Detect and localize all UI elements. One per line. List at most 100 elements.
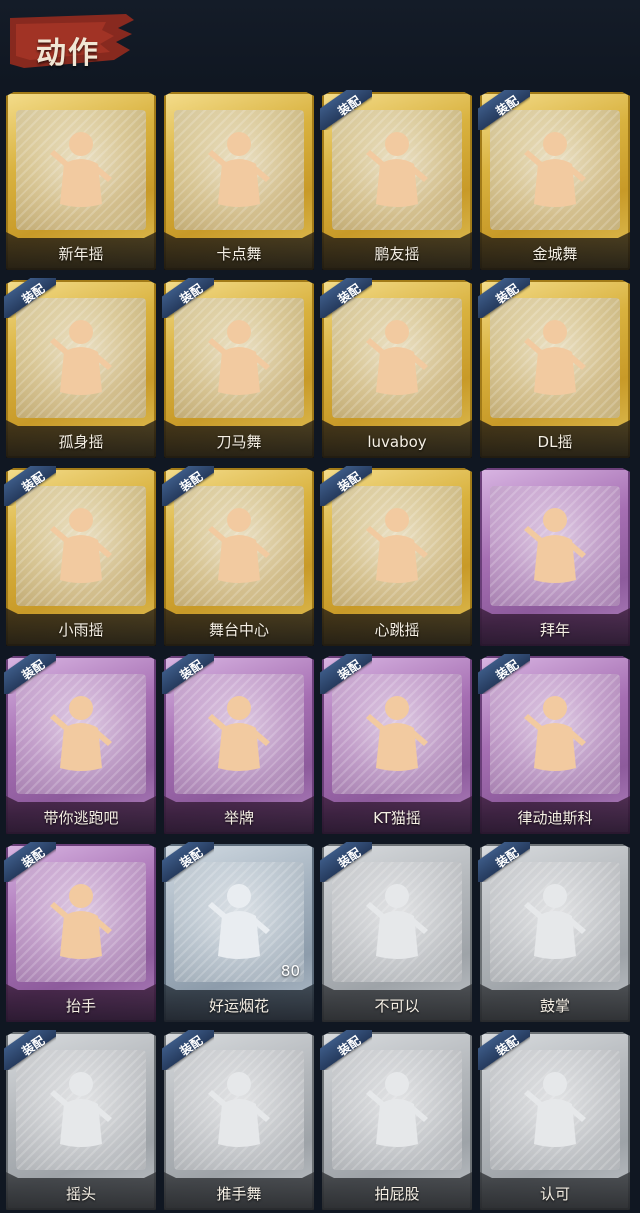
dance-figure-icon <box>520 312 590 402</box>
action-label: 举牌 <box>223 809 254 827</box>
equipped-badge: 装配 <box>320 278 372 318</box>
action-label: 好运烟花 <box>208 997 269 1015</box>
badge-label: 装配 <box>177 845 206 871</box>
dance-figure-icon <box>362 500 432 590</box>
finger-wag-icon <box>362 876 432 966</box>
action-card[interactable]: 律动迪斯科 装配 <box>478 654 630 834</box>
action-label: 舞台中心 <box>208 621 269 639</box>
action-card[interactable]: 不可以 装配 <box>320 842 472 1022</box>
equipped-badge: 装配 <box>4 654 56 694</box>
badge-label: 装配 <box>335 469 364 495</box>
action-label: 孤身摇 <box>58 433 104 451</box>
badge-label: 装配 <box>177 1033 206 1059</box>
dance-figure-icon <box>204 500 274 590</box>
equipped-badge: 装配 <box>320 90 372 130</box>
action-card[interactable]: 卡点舞装配 <box>164 92 314 270</box>
action-label: 不可以 <box>374 997 420 1015</box>
badge-label: 装配 <box>177 469 206 495</box>
action-card[interactable]: DL摇 装配 <box>478 278 630 458</box>
equipped-badge: 装配 <box>162 1030 214 1070</box>
dance-figure-icon <box>362 124 432 214</box>
dance-figure-icon <box>362 688 432 778</box>
greeting-figure-icon <box>520 500 590 590</box>
action-label: 鼓掌 <box>539 997 570 1015</box>
action-card[interactable]: 鼓掌 装配 <box>478 842 630 1022</box>
badge-label: 装配 <box>335 1033 364 1059</box>
clap-icon <box>520 876 590 966</box>
action-card[interactable]: 认可 装配 <box>478 1030 630 1210</box>
action-label: 卡点舞 <box>216 245 262 263</box>
badge-label: 装配 <box>335 281 364 307</box>
action-card[interactable]: 拍屁股 装配 <box>320 1030 472 1210</box>
equipped-badge: 装配 <box>478 842 530 882</box>
equipped-badge: 装配 <box>4 278 56 318</box>
action-label: 刀马舞 <box>216 433 262 451</box>
action-label: 小雨摇 <box>58 621 104 639</box>
action-card[interactable]: 拜年装配 <box>480 468 630 646</box>
action-label: 推手舞 <box>216 1185 262 1203</box>
badge-label: 装配 <box>19 657 48 683</box>
action-card[interactable]: 小雨摇 装配 <box>4 466 156 646</box>
action-card[interactable]: 孤身摇 装配 <box>4 278 156 458</box>
action-label: 金城舞 <box>532 245 578 263</box>
action-card[interactable]: 刀马舞 装配 <box>162 278 314 458</box>
action-card[interactable]: 摇头 装配 <box>4 1030 156 1210</box>
thumbs-up-icon <box>520 1064 590 1154</box>
action-card[interactable]: 新年摇装配 <box>6 92 156 270</box>
shake-head-icon <box>46 1064 116 1154</box>
badge-label: 装配 <box>335 845 364 871</box>
action-label: 律动迪斯科 <box>517 809 593 827</box>
action-label: 摇头 <box>65 1185 96 1203</box>
action-label: 新年摇 <box>58 245 104 263</box>
badge-label: 装配 <box>19 845 48 871</box>
equipped-badge: 装配 <box>320 842 372 882</box>
action-label: 抬手 <box>65 997 96 1015</box>
action-label: DL摇 <box>537 433 573 451</box>
badge-label: 装配 <box>493 93 522 119</box>
push-hand-icon <box>204 1064 274 1154</box>
dance-figure-icon <box>204 124 274 214</box>
raise-hand-icon <box>46 876 116 966</box>
action-label: 心跳摇 <box>374 621 420 639</box>
dance-figure-icon <box>520 688 590 778</box>
action-card[interactable]: 金城舞 装配 <box>478 90 630 270</box>
action-label: 拍屁股 <box>374 1185 420 1203</box>
badge-label: 装配 <box>493 845 522 871</box>
action-label: luvaboy <box>367 433 427 451</box>
action-card[interactable]: 鹏友摇 装配 <box>320 90 472 270</box>
badge-label: 装配 <box>335 93 364 119</box>
equipped-badge: 装配 <box>478 1030 530 1070</box>
action-label: 认可 <box>539 1185 570 1203</box>
equipped-badge: 装配 <box>320 466 372 506</box>
action-card[interactable]: 心跳摇 装配 <box>320 466 472 646</box>
equipped-badge: 装配 <box>320 1030 372 1070</box>
action-card[interactable]: 举牌 装配 <box>162 654 314 834</box>
action-card[interactable]: luvaboy 装配 <box>320 278 472 458</box>
equipped-badge: 装配 <box>478 90 530 130</box>
action-label: 拜年 <box>539 621 570 639</box>
badge-label: 装配 <box>177 281 206 307</box>
equipped-badge: 装配 <box>320 654 372 694</box>
pat-icon <box>362 1064 432 1154</box>
action-grid: 新年摇装配卡点舞装配鹏友摇装配金城舞装配孤身摇装配刀马舞装配luvaboy装配D… <box>0 0 640 1213</box>
dance-figure-icon <box>46 312 116 402</box>
action-card[interactable]: 舞台中心 装配 <box>162 466 314 646</box>
dance-figure-icon <box>362 312 432 402</box>
action-label: 鹏友摇 <box>374 245 420 263</box>
action-label: KT猫摇 <box>373 809 421 827</box>
equipped-badge: 装配 <box>162 654 214 694</box>
badge-label: 装配 <box>493 657 522 683</box>
badge-label: 装配 <box>19 1033 48 1059</box>
sign-figure-icon <box>204 688 274 778</box>
action-card[interactable]: 抬手 装配 <box>4 842 156 1022</box>
action-card[interactable]: 80 好运烟花 装配 <box>162 842 314 1022</box>
equipped-badge: 装配 <box>162 466 214 506</box>
action-card[interactable]: KT猫摇 装配 <box>320 654 472 834</box>
badge-label: 装配 <box>19 281 48 307</box>
badge-label: 装配 <box>335 657 364 683</box>
action-card[interactable]: 推手舞 装配 <box>162 1030 314 1210</box>
item-count: 80 <box>280 962 300 980</box>
equipped-badge: 装配 <box>4 1030 56 1070</box>
action-card[interactable]: 带你逃跑吧 装配 <box>4 654 156 834</box>
equipped-badge: 装配 <box>478 278 530 318</box>
